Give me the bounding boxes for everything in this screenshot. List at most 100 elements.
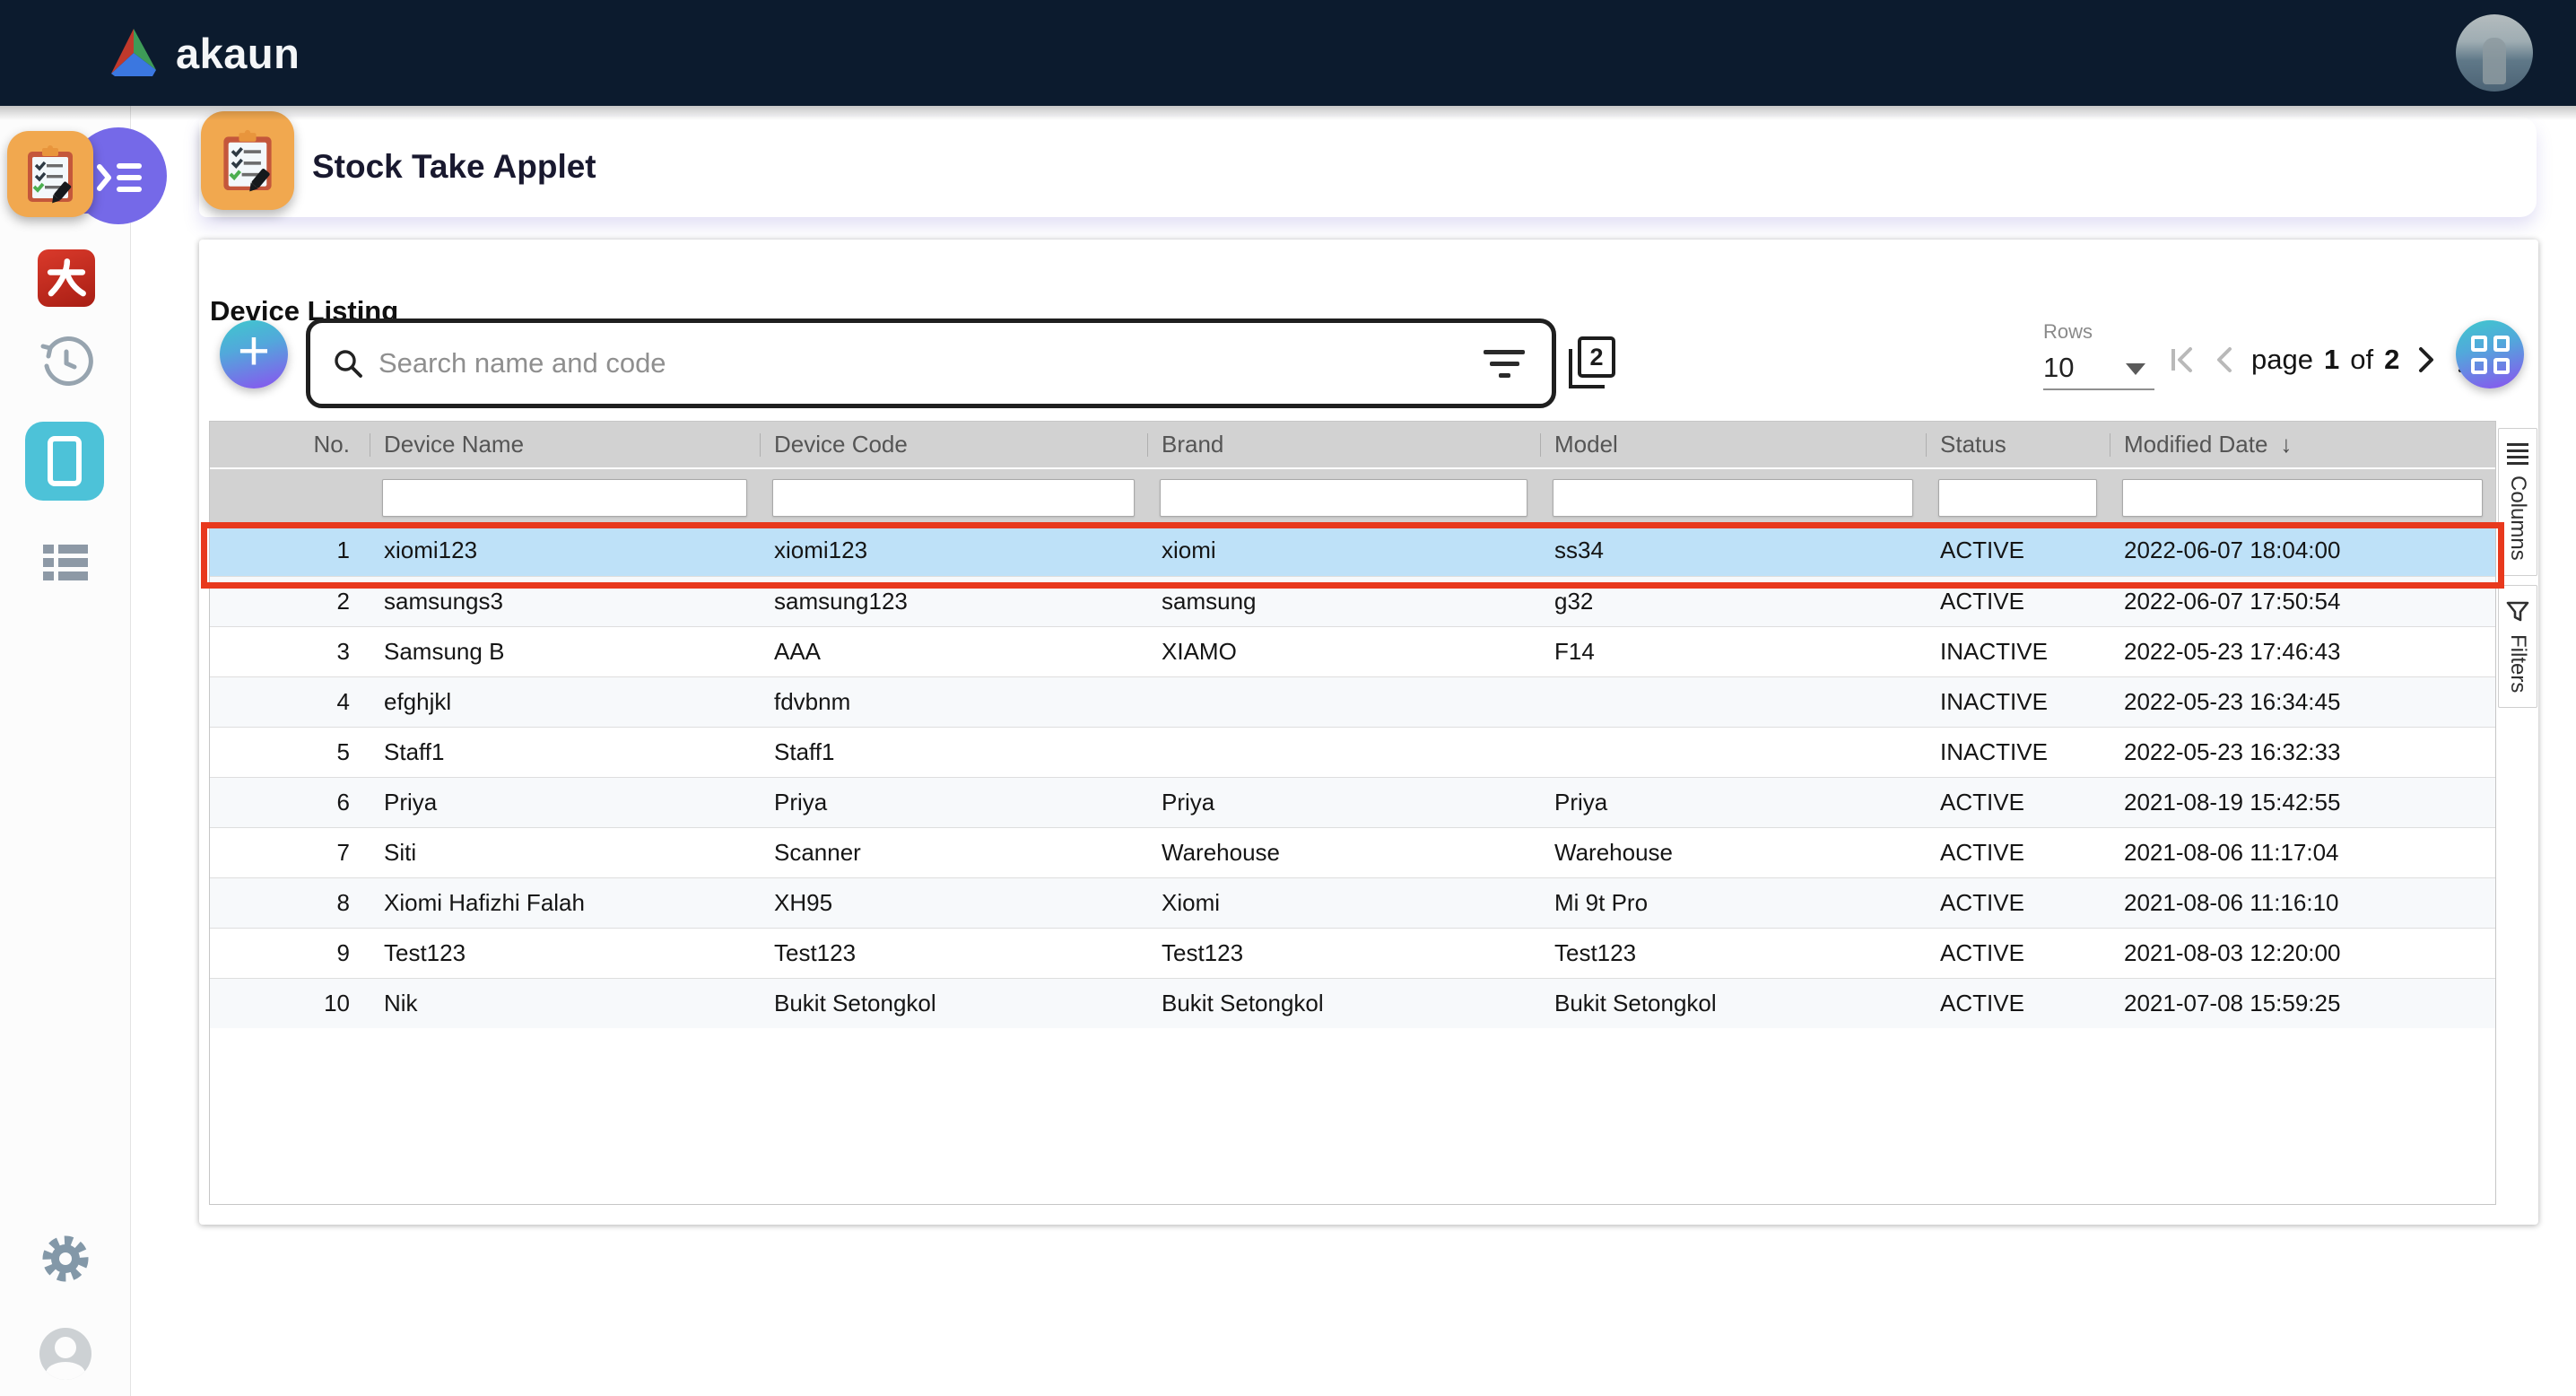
table-side-tabs: Columns Filters	[2498, 421, 2537, 1205]
add-device-button[interactable]: +	[220, 320, 288, 388]
column-header-device-name[interactable]: Device Name	[370, 422, 760, 468]
cell-brand: samsung	[1147, 576, 1540, 626]
search-box	[306, 318, 1556, 408]
cell-device-name: Xiomi Hafizhi Falah	[370, 877, 760, 928]
grid-view-button[interactable]	[2456, 320, 2524, 388]
cell-device-code: Bukit Setongkol	[760, 978, 1147, 1028]
filter-input-device-code[interactable]	[772, 479, 1135, 517]
cell-device-name: Staff1	[370, 727, 760, 777]
page-indicator: page 1 of 2	[2251, 344, 2399, 376]
clipboard-checklist-icon	[22, 144, 78, 204]
search-input[interactable]	[377, 346, 1484, 380]
column-header-status[interactable]: Status	[1926, 422, 2110, 468]
filter-input-model[interactable]	[1553, 479, 1913, 517]
column-header-no[interactable]: No.	[210, 422, 370, 468]
cell-device-code: Test123	[760, 928, 1147, 978]
cell-device-name: Samsung B	[370, 626, 760, 676]
columns-icon	[2507, 443, 2528, 465]
cell-model	[1540, 727, 1926, 777]
table-row[interactable]: 7 Siti Scanner Warehouse Warehouse ACTIV…	[210, 827, 2495, 877]
tab-columns[interactable]: Columns	[2498, 428, 2537, 576]
pages-view-button[interactable]: 2	[1569, 336, 1615, 388]
cell-brand	[1147, 676, 1540, 727]
table-row[interactable]: 10 Nik Bukit Setongkol Bukit Setongkol B…	[210, 978, 2495, 1028]
table-row[interactable]: 5 Staff1 Staff1 INACTIVE 2022-05-23 16:3…	[210, 727, 2495, 777]
pages-badge: 2	[1578, 336, 1615, 378]
cell-modified-date: 2021-08-06 11:17:04	[2110, 827, 2495, 877]
cell-brand: Warehouse	[1147, 827, 1540, 877]
akaun-triangle-icon	[106, 27, 161, 79]
filter-list-icon[interactable]	[1484, 350, 1525, 378]
filter-input-status[interactable]	[1938, 479, 2097, 517]
table-row[interactable]: 4 efghjkl fdvbnm INACTIVE 2022-05-23 16:…	[210, 676, 2495, 727]
cell-model: Bukit Setongkol	[1540, 978, 1926, 1028]
cell-modified-date: 2022-06-07 17:50:54	[2110, 576, 2495, 626]
column-header-brand[interactable]: Brand	[1147, 422, 1540, 468]
user-avatar[interactable]	[2456, 14, 2533, 92]
cell-no: 4	[210, 676, 370, 727]
cell-device-code: AAA	[760, 626, 1147, 676]
table-row[interactable]: 2 samsungs3 samsung123 samsung g32 ACTIV…	[210, 576, 2495, 626]
table-row[interactable]: 1 xiomi123 xiomi123 xiomi ss34 ACTIVE 20…	[210, 526, 2495, 576]
cell-no: 3	[210, 626, 370, 676]
sidebar-item-list-view[interactable]	[43, 542, 88, 583]
device-listing-card: Device Listing + 2 Rows 10	[199, 240, 2538, 1225]
column-header-model[interactable]: Model	[1540, 422, 1926, 468]
table-row[interactable]: 3 Samsung B AAA XIAMO F14 INACTIVE 2022-…	[210, 626, 2495, 676]
filter-input-device-name[interactable]	[382, 479, 747, 517]
rows-per-page-select[interactable]: 10	[2043, 347, 2154, 390]
cell-device-code: samsung123	[760, 576, 1147, 626]
sidebar-item-settings[interactable]	[38, 1231, 93, 1287]
cell-device-name: Siti	[370, 827, 760, 877]
cn-character-icon	[43, 255, 90, 301]
tab-filters[interactable]: Filters	[2498, 585, 2537, 708]
stock-take-applet-button[interactable]	[7, 131, 93, 217]
sidebar-item-device-listing[interactable]	[25, 422, 104, 501]
brand-logo[interactable]: akaun	[106, 0, 300, 106]
cell-modified-date: 2022-05-23 16:34:45	[2110, 676, 2495, 727]
column-header-modified-date[interactable]: Modified Date↓	[2110, 422, 2495, 468]
first-page-button[interactable]	[2169, 345, 2196, 375]
cell-status: ACTIVE	[1926, 827, 2110, 877]
filter-cell-no	[210, 468, 370, 526]
next-page-button[interactable]	[2417, 345, 2437, 375]
sidebar-item-profile[interactable]	[39, 1328, 91, 1380]
filter-input-brand[interactable]	[1160, 479, 1527, 517]
cell-no: 5	[210, 727, 370, 777]
table-row[interactable]: 6 Priya Priya Priya Priya ACTIVE 2021-08…	[210, 777, 2495, 827]
prev-page-button[interactable]	[2214, 345, 2233, 375]
column-header-device-code[interactable]: Device Code	[760, 422, 1147, 468]
cell-no: 2	[210, 576, 370, 626]
rows-label: Rows	[2043, 320, 2093, 344]
tablet-icon	[48, 436, 82, 486]
cell-modified-date: 2021-08-19 15:42:55	[2110, 777, 2495, 827]
device-table: No. Device Name Device Code Brand Model …	[210, 422, 2495, 1028]
sidebar-item-history[interactable]	[39, 336, 93, 389]
cell-no: 10	[210, 978, 370, 1028]
cell-brand	[1147, 727, 1540, 777]
table-header-row: No. Device Name Device Code Brand Model …	[210, 422, 2495, 468]
device-table-body: 1 xiomi123 xiomi123 xiomi ss34 ACTIVE 20…	[210, 526, 2495, 1028]
cell-brand: Test123	[1147, 928, 1540, 978]
cell-device-code: Scanner	[760, 827, 1147, 877]
sidebar	[0, 106, 131, 1396]
cell-status: ACTIVE	[1926, 978, 2110, 1028]
cell-status: ACTIVE	[1926, 576, 2110, 626]
table-row[interactable]: 8 Xiomi Hafizhi Falah XH95 Xiomi Mi 9t P…	[210, 877, 2495, 928]
cell-modified-date: 2021-08-06 11:16:10	[2110, 877, 2495, 928]
table-row[interactable]: 9 Test123 Test123 Test123 Test123 ACTIVE…	[210, 928, 2495, 978]
list-icon	[43, 545, 88, 554]
cell-modified-date: 2022-05-23 16:32:33	[2110, 727, 2495, 777]
total-pages: 2	[2384, 344, 2399, 376]
sidebar-item-cn-applet[interactable]	[38, 249, 95, 307]
cell-modified-date: 2022-06-07 18:04:00	[2110, 526, 2495, 576]
cell-device-name: samsungs3	[370, 576, 760, 626]
applet-title: Stock Take Applet	[312, 148, 596, 186]
cell-brand: Priya	[1147, 777, 1540, 827]
filter-input-modified-date[interactable]	[2122, 479, 2483, 517]
device-table-container: No. Device Name Device Code Brand Model …	[209, 421, 2496, 1205]
cell-device-code: Priya	[760, 777, 1147, 827]
cell-status: INACTIVE	[1926, 626, 2110, 676]
table-zone: No. Device Name Device Code Brand Model …	[209, 421, 2537, 1205]
cell-brand: Bukit Setongkol	[1147, 978, 1540, 1028]
